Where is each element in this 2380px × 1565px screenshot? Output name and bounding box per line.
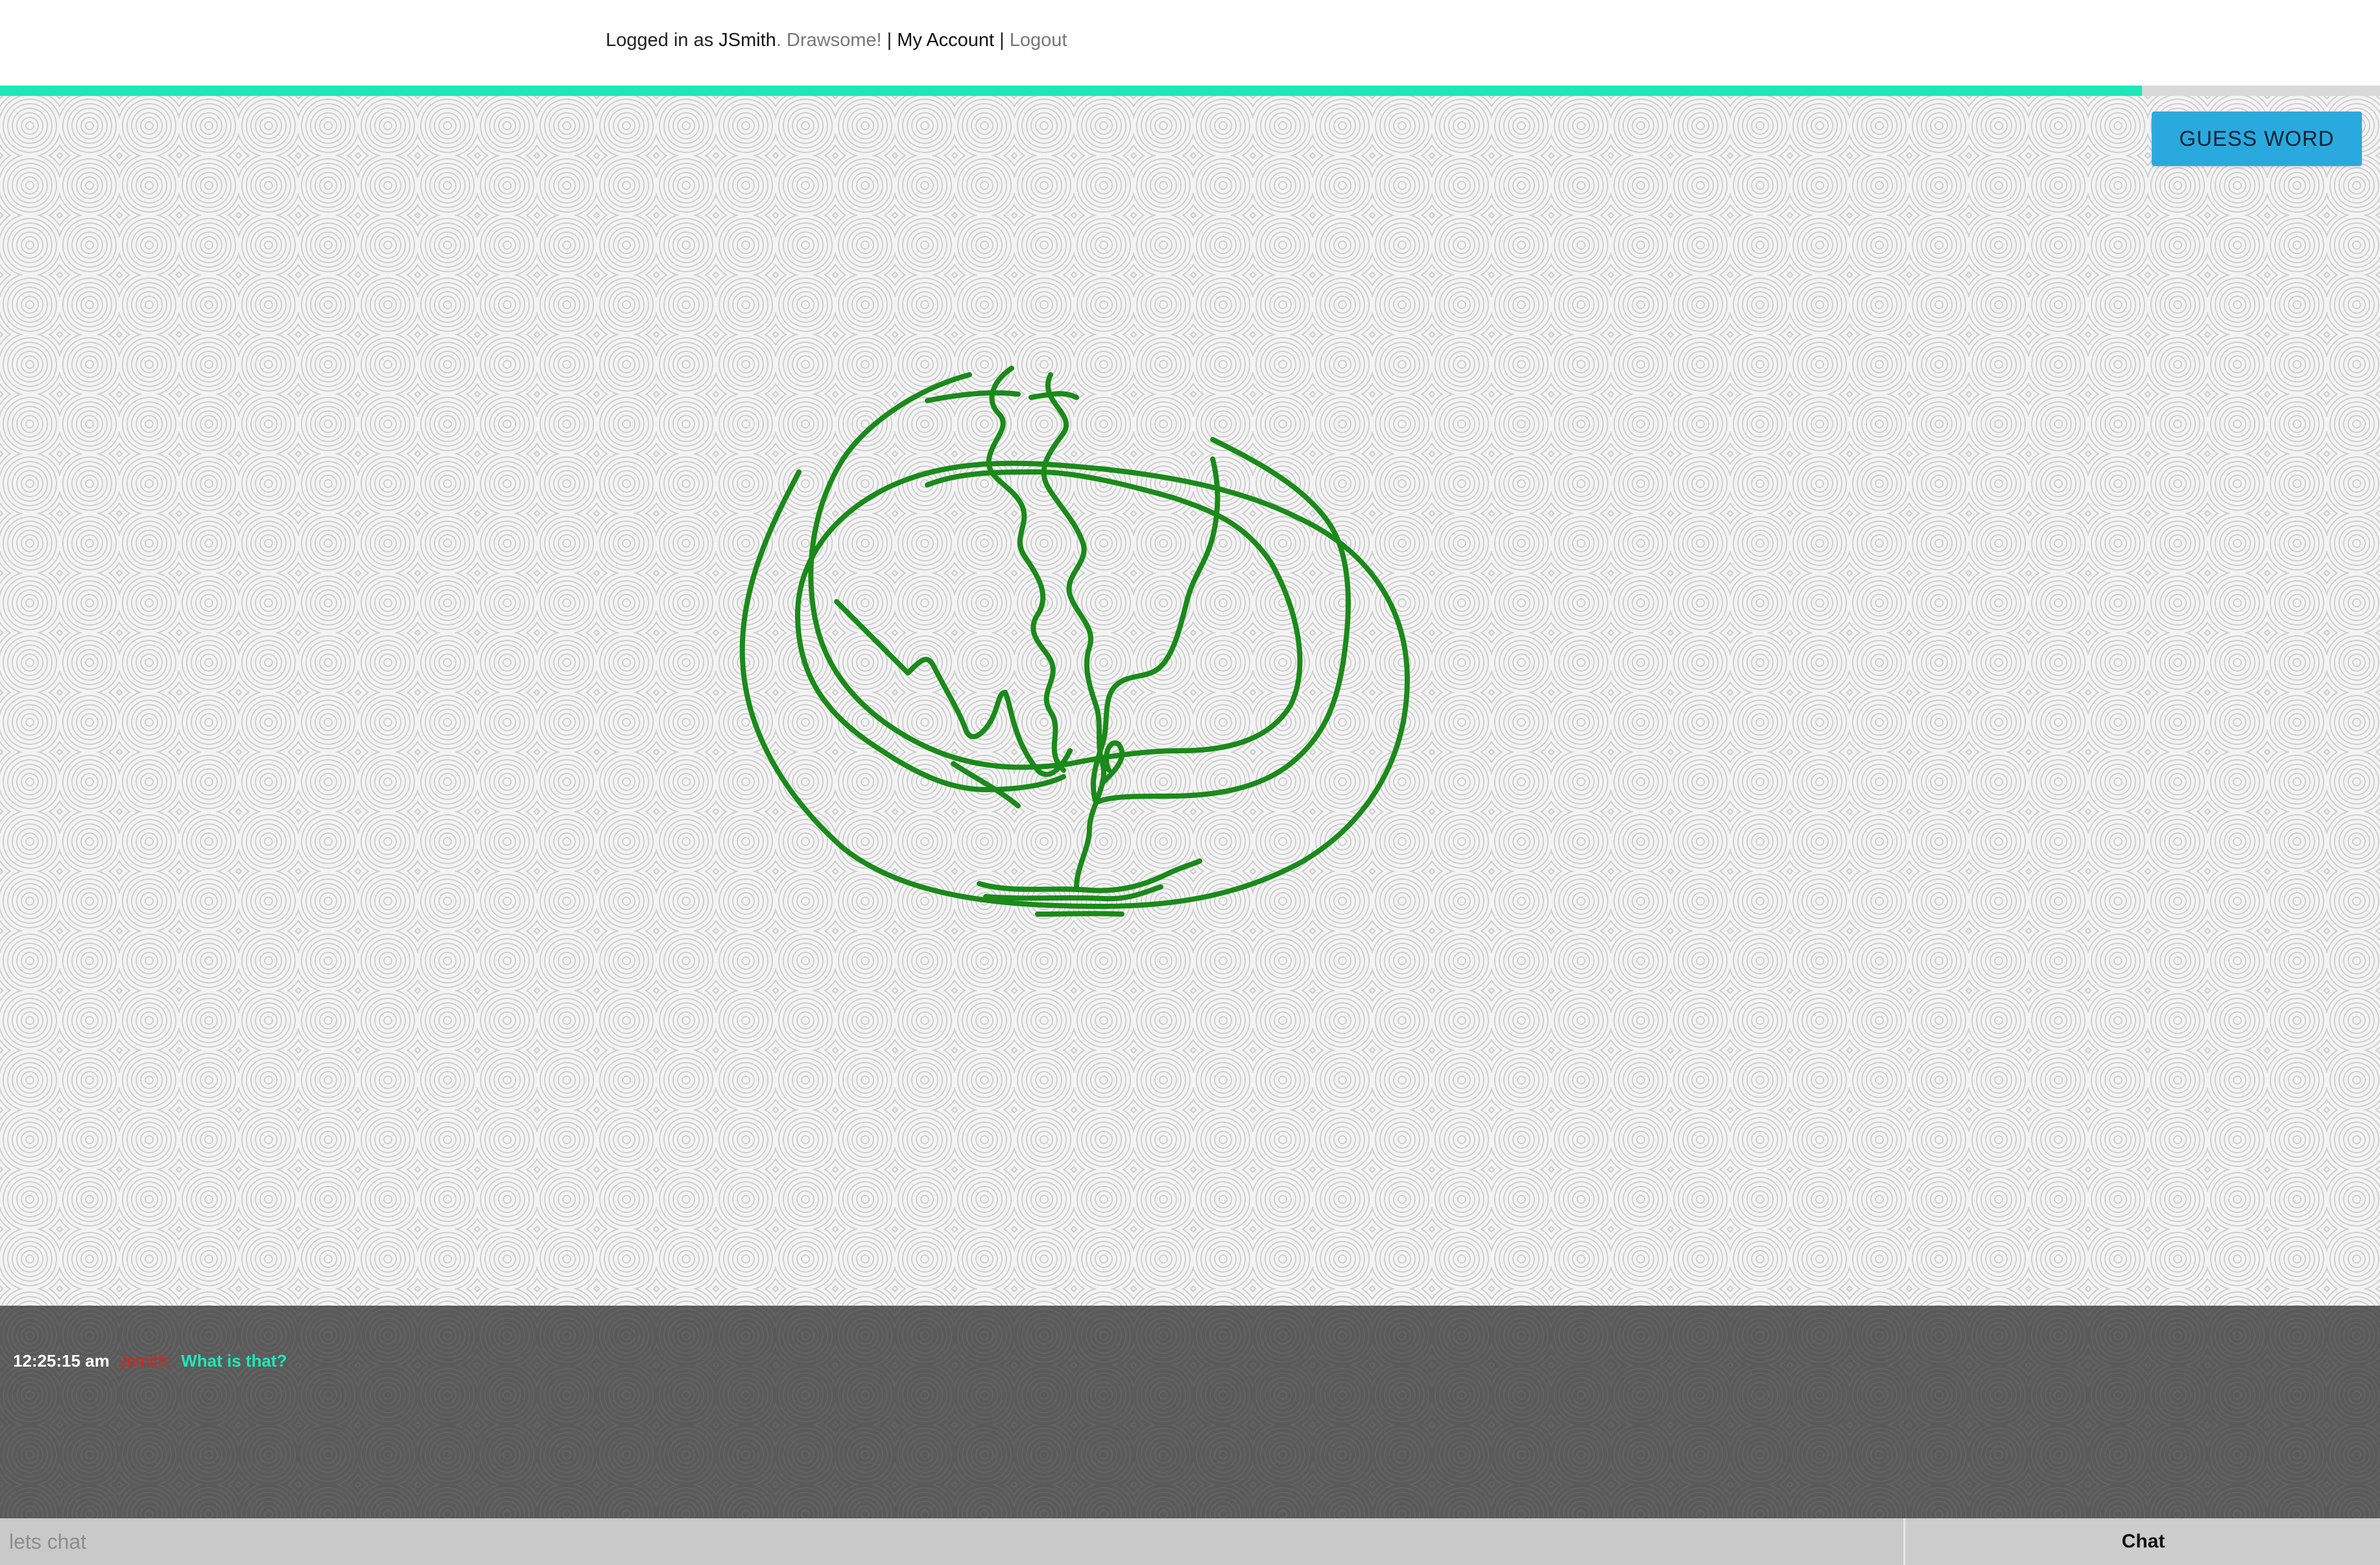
separator: |	[881, 30, 898, 51]
sketch-stroke	[1100, 740, 1125, 786]
chat-text: What is that?	[181, 1351, 287, 1371]
game-screen: Logged in as JSmith. Drawsome! | My Acco…	[0, 0, 2380, 1565]
separator: |	[994, 30, 1010, 51]
timer-progress-bar	[0, 86, 2380, 96]
top-header: Logged in as JSmith. Drawsome! | My Acco…	[0, 0, 2380, 86]
tagline: . Drawsome!	[776, 30, 882, 51]
sketch-stroke	[977, 858, 1202, 893]
chat-author: Jsmith:	[118, 1351, 173, 1371]
sketch-stroke	[925, 390, 1021, 403]
timer-progress-fill	[0, 86, 2142, 96]
drawing-canvas[interactable]	[0, 96, 2380, 1306]
logout-link[interactable]: Logout	[1010, 30, 1067, 51]
sketch-stroke	[951, 761, 1021, 808]
guess-word-button[interactable]: GUESS WORD	[2152, 112, 2362, 166]
sketch-stroke	[808, 372, 1303, 770]
chat-log: 12:25:15 am Jsmith: What is that?	[0, 1306, 2380, 1518]
logged-in-prefix: Logged in as	[606, 30, 719, 51]
chat-input-row: Chat	[0, 1518, 2380, 1565]
chat-timestamp: 12:25:15 am	[13, 1351, 110, 1371]
sketch-drawing	[739, 366, 1410, 917]
sketch-stroke	[986, 366, 1066, 773]
chat-input[interactable]	[0, 1518, 1905, 1565]
login-status: Logged in as JSmith. Drawsome! | My Acco…	[606, 27, 1067, 53]
chat-send-button[interactable]: Chat	[1907, 1518, 2380, 1565]
my-account-link[interactable]: My Account	[897, 30, 994, 51]
username: JSmith	[719, 30, 776, 51]
sketch-stroke	[1035, 911, 1125, 917]
sketch-stroke	[1041, 372, 1106, 889]
chat-message: 12:25:15 am Jsmith: What is that?	[13, 1351, 287, 1371]
